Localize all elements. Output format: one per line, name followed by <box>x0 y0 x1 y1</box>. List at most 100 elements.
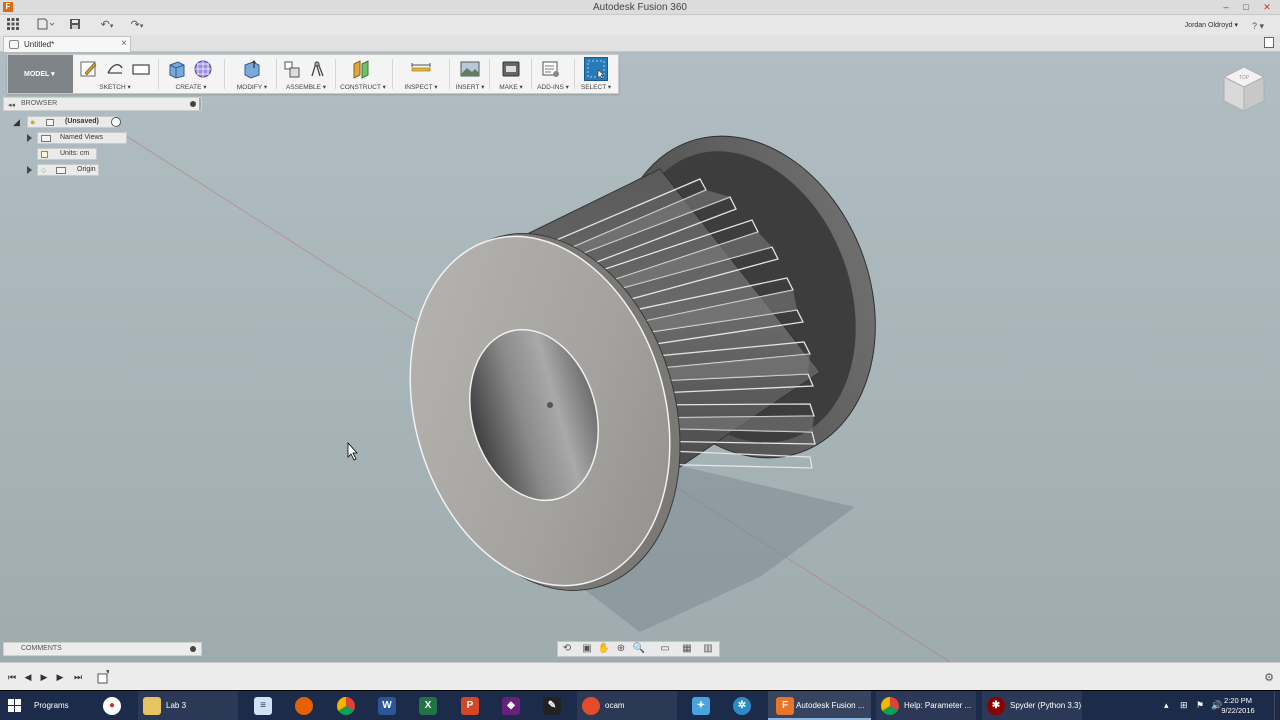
taskbar-visual-studio[interactable]: ◆ <box>500 691 522 720</box>
rectangle-icon[interactable] <box>131 59 151 79</box>
taskbar-tool[interactable]: ✦ <box>690 691 712 720</box>
model-scene[interactable] <box>0 52 1280 662</box>
insert-group[interactable]: INSERT ▾ <box>451 55 489 93</box>
taskbar-powerpoint[interactable]: P <box>459 691 481 720</box>
timeline-marker-icon[interactable] <box>97 670 110 686</box>
select-icon[interactable] <box>584 57 608 81</box>
lightbulb-icon[interactable]: ● <box>30 118 38 127</box>
pan-icon[interactable]: ✋ <box>597 643 611 655</box>
pattern-icon[interactable] <box>193 59 213 79</box>
expand-arrow-icon[interactable] <box>27 166 32 174</box>
expand-arrow-icon[interactable] <box>27 134 32 142</box>
press-pull-icon[interactable] <box>242 59 262 79</box>
start-button[interactable] <box>0 691 30 720</box>
lightbulb-off-icon[interactable]: ○ <box>41 166 49 175</box>
scripts-icon[interactable] <box>541 59 561 79</box>
modify-group[interactable]: MODIFY ▾ <box>228 55 276 93</box>
viewcube[interactable]: TOP <box>1218 63 1270 115</box>
comments-panel[interactable]: COMMENTS <box>3 642 202 656</box>
step-back-icon[interactable]: ◀ <box>22 671 34 683</box>
select-group[interactable]: SELECT ▾ <box>576 55 616 93</box>
taskbar-network[interactable]: ✲ <box>731 691 753 720</box>
taskbar-fusion[interactable]: F Autodesk Fusion ... <box>768 691 871 720</box>
document-settings-icon <box>41 151 48 158</box>
maximize-icon[interactable]: □ <box>1236 1 1256 13</box>
go-to-start-icon[interactable]: ⏮ <box>6 671 18 683</box>
fit-icon[interactable]: 🔍 <box>632 643 646 655</box>
new-tab-icon[interactable] <box>1264 37 1274 48</box>
data-panel-grid-icon[interactable] <box>6 18 20 32</box>
file-menu-icon[interactable] <box>36 18 56 32</box>
named-views-node[interactable]: Named Views <box>37 132 127 144</box>
browser-item-units[interactable]: Units: cm <box>25 148 135 160</box>
workspace-switcher[interactable]: MODEL ▾ <box>8 55 73 93</box>
zoom-icon[interactable]: ⊕ <box>614 643 628 655</box>
minimize-icon[interactable]: – <box>1216 1 1236 13</box>
play-icon[interactable]: ▶ <box>38 671 50 683</box>
step-forward-icon[interactable]: ▶ <box>54 671 66 683</box>
make-group[interactable]: MAKE ▾ <box>491 55 531 93</box>
extrude-icon[interactable] <box>167 59 187 79</box>
display-settings-icon[interactable]: ▭ <box>658 643 672 655</box>
browser-panel-header[interactable]: ◂◂ BROWSER <box>3 97 202 111</box>
system-clock[interactable]: 2:20 PM 9/22/2016 <box>1218 696 1258 716</box>
3d-print-icon[interactable] <box>501 59 521 79</box>
assemble-group[interactable]: ASSEMBLE ▾ <box>278 55 334 93</box>
taskbar-programs[interactable]: Programs <box>32 691 92 720</box>
taskbar-spyder[interactable]: ✱ Spyder (Python 3.3) <box>982 691 1082 720</box>
offset-plane-icon[interactable] <box>351 59 371 79</box>
show-hidden-icons-icon[interactable]: ▴ <box>1164 700 1169 711</box>
help-icon[interactable]: ? ▾ <box>1246 19 1270 33</box>
collapse-root-icon[interactable]: ◢ <box>13 117 20 128</box>
units-node[interactable]: Units: cm <box>37 148 97 160</box>
taskbar-ocam[interactable]: ocam <box>577 691 677 720</box>
measure-icon[interactable] <box>411 59 431 79</box>
viewports-icon[interactable]: ▥ <box>701 643 715 655</box>
taskbar-chrome[interactable] <box>335 691 357 720</box>
browser-root-row[interactable]: ◢ ● (Unsaved) <box>13 116 133 128</box>
add-ins-group[interactable]: ADD-INS ▾ <box>533 55 573 93</box>
taskbar-inkscape[interactable]: ✎ <box>541 691 563 720</box>
taskbar-notepad[interactable]: ≡ <box>252 691 274 720</box>
activate-radio-icon[interactable] <box>111 117 121 127</box>
user-account-menu[interactable]: Jordan Oldroyd ▾ <box>1185 21 1238 29</box>
root-component-node[interactable]: ● (Unsaved) <box>27 116 117 128</box>
canvas-viewport[interactable] <box>0 52 1280 662</box>
taskbar-excel[interactable]: X <box>417 691 439 720</box>
browser-item-named-views[interactable]: Named Views <box>25 132 135 144</box>
undo-icon[interactable]: ↶▾ <box>96 18 118 32</box>
close-window-icon[interactable]: ✕ <box>1257 1 1277 13</box>
line-icon[interactable] <box>105 59 125 79</box>
insert-image-icon[interactable] <box>460 59 480 79</box>
taskbar-lab3[interactable]: Lab 3 <box>138 691 238 720</box>
inspect-group[interactable]: INSPECT ▾ <box>394 55 448 93</box>
taskbar-paint[interactable]: ● <box>100 691 124 720</box>
browser-item-origin[interactable]: ○ Origin <box>25 164 135 176</box>
orbit-icon[interactable]: ⟲ <box>560 643 574 655</box>
pin-icon[interactable] <box>190 101 196 107</box>
timeline-settings-icon[interactable]: ⚙ <box>1264 671 1274 684</box>
joint-icon[interactable] <box>308 59 328 79</box>
origin-node[interactable]: ○ Origin <box>37 164 99 176</box>
sketch-group[interactable]: SKETCH ▾ <box>76 55 154 93</box>
taskbar-help[interactable]: Help: Parameter ... <box>876 691 976 720</box>
comments-pin-icon[interactable] <box>190 646 196 652</box>
close-tab-icon[interactable]: × <box>121 38 127 49</box>
construct-group[interactable]: CONSTRUCT ▾ <box>337 55 389 93</box>
show-desktop-button[interactable] <box>1274 691 1280 720</box>
taskbar-word[interactable]: W <box>376 691 398 720</box>
panel-resize-handle[interactable] <box>199 98 201 110</box>
save-icon[interactable] <box>68 18 82 32</box>
go-to-end-icon[interactable]: ⏭ <box>72 671 84 683</box>
create-group[interactable]: CREATE ▾ <box>162 55 220 93</box>
create-sketch-icon[interactable] <box>79 59 99 79</box>
network-tray-icon[interactable]: ⊞ <box>1180 700 1188 711</box>
new-component-icon[interactable] <box>282 59 302 79</box>
collapse-panel-icon[interactable]: ◂◂ <box>8 101 15 109</box>
redo-icon[interactable]: ↷▾ <box>126 18 148 32</box>
look-at-icon[interactable]: ▣ <box>580 643 594 655</box>
document-tab[interactable]: Untitled* × <box>3 36 131 52</box>
grid-settings-icon[interactable]: ▦ <box>680 643 694 655</box>
flag-tray-icon[interactable]: ⚑ <box>1196 700 1204 711</box>
taskbar-firefox[interactable] <box>293 691 315 720</box>
